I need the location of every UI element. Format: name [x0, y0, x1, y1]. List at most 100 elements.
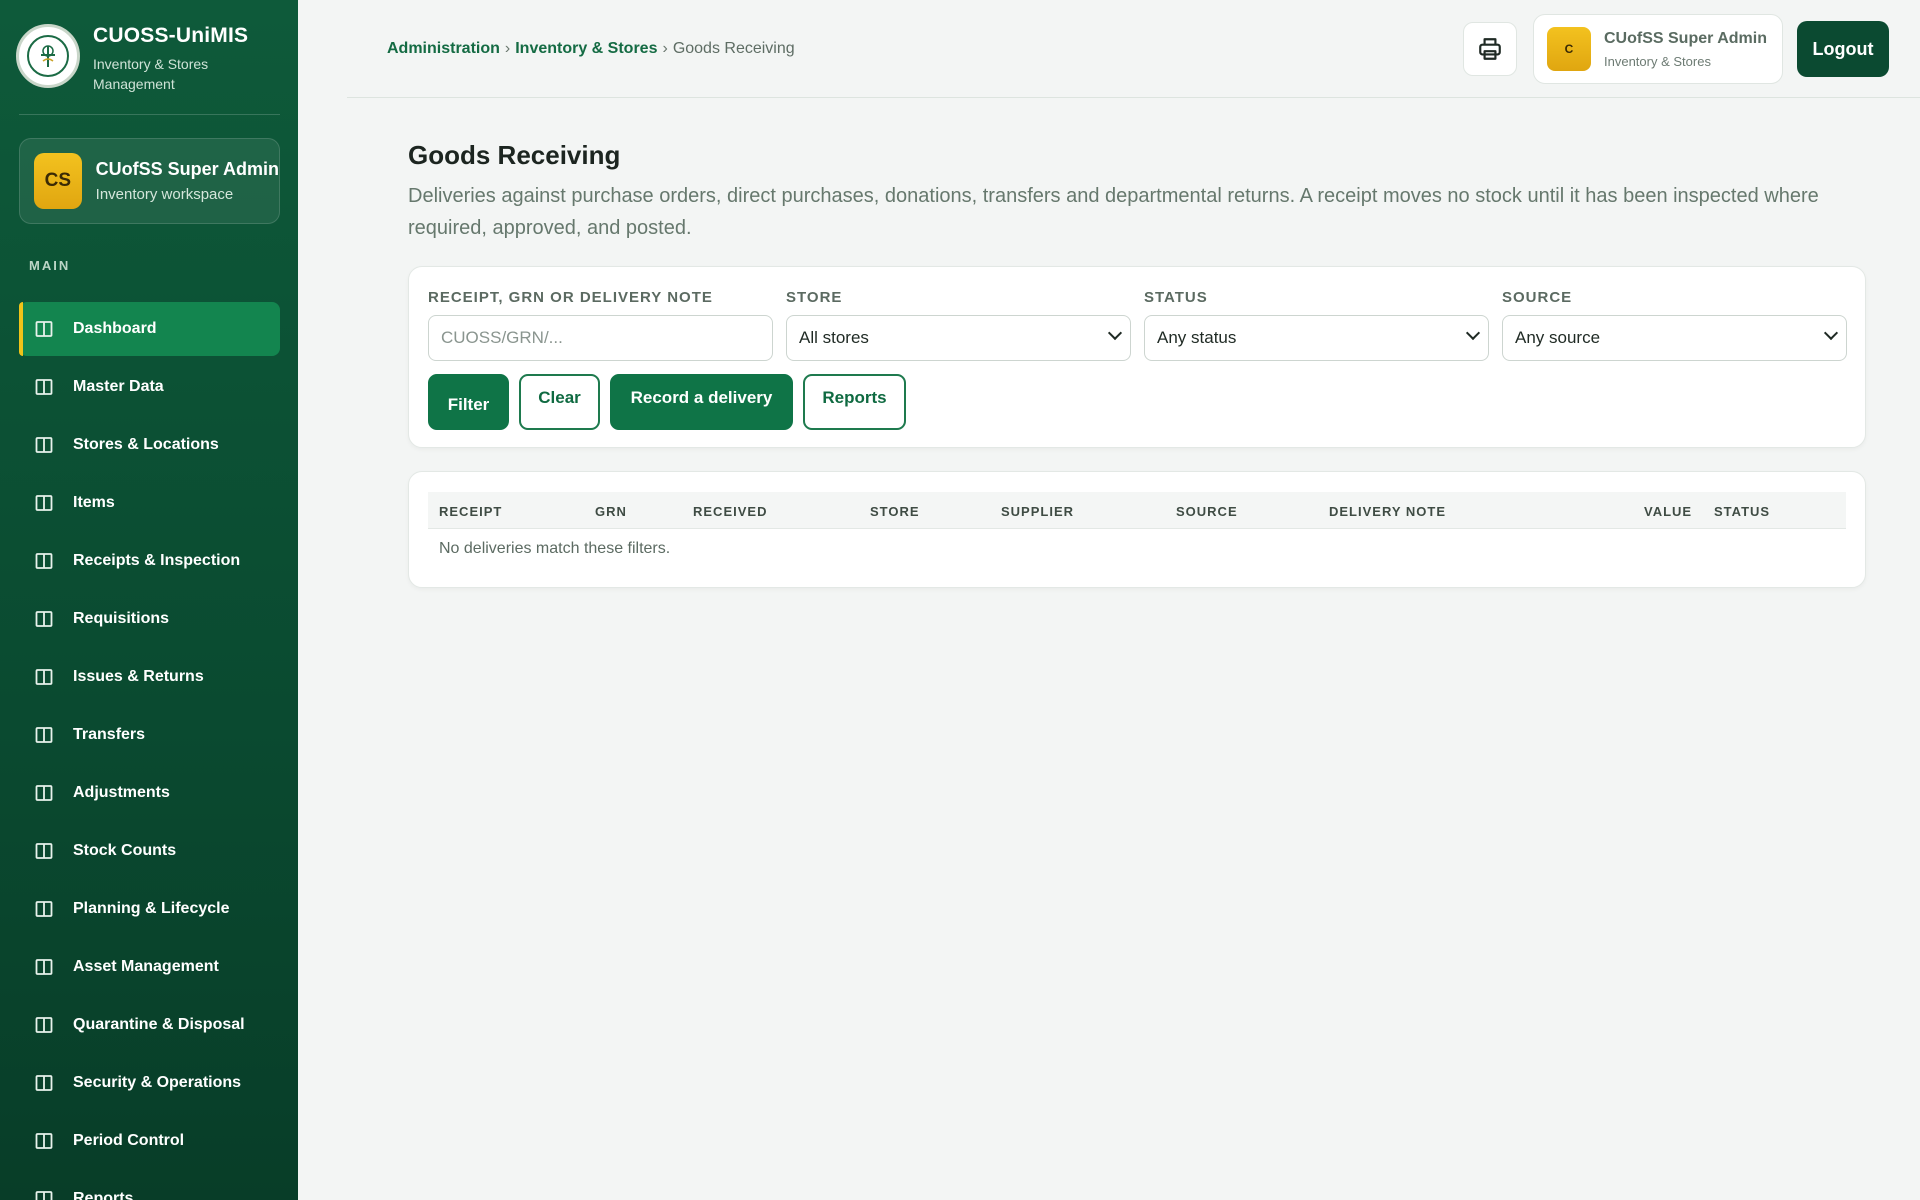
sidebar-item-label: Issues & Returns [73, 668, 204, 685]
search-filter: RECEIPT, GRN OR DELIVERY NOTE CUOSS/GRN/… [428, 289, 773, 361]
sidebar-item-master-data[interactable]: Master Data [19, 360, 280, 414]
column-header[interactable]: STATUS [1714, 504, 1770, 519]
sidebar-item-label: Master Data [73, 378, 164, 395]
source-select-value: Any source [1515, 328, 1601, 347]
column-header[interactable]: RECEIVED [693, 504, 767, 519]
empty-state-message: No deliveries match these filters. [439, 540, 671, 557]
column-header[interactable]: STORE [870, 504, 920, 519]
sidebar-item-transfers[interactable]: Transfers [19, 708, 280, 762]
store-select-value: All stores [799, 328, 869, 347]
brand-title: CUOSS-UniMIS [93, 24, 249, 47]
avatar: CS [34, 153, 82, 209]
breadcrumb-separator: › [504, 40, 511, 57]
book-icon [35, 958, 53, 976]
sidebar-item-label: Stock Counts [73, 842, 177, 859]
sidebar-item-label: Adjustments [73, 784, 170, 801]
sidebar-item-label: Quarantine & Disposal [73, 1016, 245, 1033]
sidebar-item-label: Reports [73, 1190, 134, 1200]
book-icon [35, 1074, 53, 1092]
profile-card[interactable]: CS CUofSS Super Admin Inventory workspac… [19, 138, 280, 224]
sidebar-item-security-and-operations[interactable]: Security & Operations [19, 1056, 280, 1110]
source-filter: SOURCE Any source [1502, 289, 1847, 361]
book-icon [35, 320, 53, 338]
printer-icon [1479, 38, 1501, 60]
book-icon [35, 1132, 53, 1150]
store-filter: STORE All stores [786, 289, 1131, 361]
source-label: SOURCE [1502, 289, 1573, 306]
sidebar-item-label: Security & Operations [73, 1074, 242, 1091]
user-name: CUofSS Super Admin [1604, 29, 1767, 47]
book-icon [35, 494, 53, 512]
page-description: Deliveries against purchase orders, dire… [408, 185, 1819, 239]
column-header[interactable]: VALUE [1644, 504, 1692, 519]
sidebar-item-label: Items [73, 494, 115, 511]
profile-role: Inventory workspace [95, 186, 234, 203]
column-header[interactable]: GRN [595, 504, 627, 519]
sidebar-item-requisitions[interactable]: Requisitions [19, 592, 280, 646]
status-label: STATUS [1144, 289, 1208, 306]
sidebar-item-issues-and-returns[interactable]: Issues & Returns [19, 650, 280, 704]
book-icon [35, 378, 53, 396]
book-icon [35, 668, 53, 686]
book-icon [35, 1016, 53, 1034]
chevron-down-icon [1823, 325, 1839, 341]
book-icon [35, 1190, 53, 1200]
sidebar-item-period-control[interactable]: Period Control [19, 1114, 280, 1168]
sidebar-item-label: Stores & Locations [73, 436, 219, 453]
breadcrumb-administration[interactable]: Administration [387, 40, 500, 57]
sidebar-item-stock-counts[interactable]: Stock Counts [19, 824, 280, 878]
sidebar-item-label: Transfers [73, 726, 146, 743]
book-icon [35, 436, 53, 454]
sidebar-section-label: MAIN [29, 258, 71, 273]
book-icon [35, 726, 53, 744]
sidebar-item-label: Planning & Lifecycle [73, 900, 230, 917]
sidebar-item-receipts-and-inspection[interactable]: Receipts & Inspection [19, 534, 280, 588]
status-select[interactable]: Any status [1144, 315, 1489, 361]
logout-button[interactable]: Logout [1797, 21, 1889, 77]
search-input[interactable]: CUOSS/GRN/... [428, 315, 773, 361]
column-header[interactable]: SOURCE [1176, 504, 1238, 519]
column-header[interactable]: DELIVERY NOTE [1329, 504, 1446, 519]
source-select[interactable]: Any source [1502, 315, 1847, 361]
brand[interactable]: CUOSS-UniMIS Inventory & Stores Manageme… [16, 24, 248, 94]
sidebar-item-label: Receipts & Inspection [73, 552, 241, 569]
page-title: Goods Receiving [408, 140, 621, 170]
status-filter: STATUS Any status [1144, 289, 1489, 361]
column-header[interactable]: SUPPLIER [1001, 504, 1074, 519]
user-menu[interactable]: C CUofSS Super Admin Inventory & Stores [1533, 14, 1783, 84]
reports-button[interactable]: Reports [803, 374, 906, 430]
sidebar: CUOSS-UniMIS Inventory & Stores Manageme… [0, 0, 298, 1200]
sidebar-item-planning-and-lifecycle[interactable]: Planning & Lifecycle [19, 882, 280, 936]
sidebar-item-items[interactable]: Items [19, 476, 280, 530]
book-icon [35, 842, 53, 860]
column-header[interactable]: RECEIPT [439, 504, 502, 519]
breadcrumb-inventory-stores[interactable]: Inventory & Stores [515, 40, 657, 57]
book-icon [35, 552, 53, 570]
user-avatar: C [1547, 27, 1591, 71]
filter-button[interactable]: Filter [428, 374, 509, 430]
book-icon [35, 784, 53, 802]
sidebar-item-label: Asset Management [73, 958, 219, 975]
table-header: RECEIPT GRN RECEIVED STORE SUPPLIER SOUR… [428, 492, 1846, 529]
sidebar-item-asset-management[interactable]: Asset Management [19, 940, 280, 994]
sidebar-item-reports[interactable]: Reports [19, 1172, 280, 1200]
sidebar-nav: Dashboard Master Data Stores & Locations It… [19, 302, 280, 1200]
breadcrumb: Administration › Inventory & Stores › Goods … [387, 40, 795, 58]
sidebar-item-dashboard[interactable]: Dashboard [19, 302, 280, 356]
breadcrumb-current: Goods Receiving [672, 40, 795, 57]
book-icon [35, 900, 53, 918]
record-delivery-button[interactable]: Record a delivery [610, 374, 793, 430]
sidebar-item-adjustments[interactable]: Adjustments [19, 766, 280, 820]
sidebar-item-label: Dashboard [73, 320, 157, 337]
university-logo [16, 24, 80, 88]
chevron-down-icon [1107, 325, 1123, 341]
sidebar-item-label: Period Control [73, 1132, 185, 1149]
print-button[interactable] [1463, 22, 1517, 76]
book-icon [35, 610, 53, 628]
clear-button[interactable]: Clear [519, 374, 600, 430]
sidebar-item-stores-and-locations[interactable]: Stores & Locations [19, 418, 280, 472]
user-role: Inventory & Stores [1604, 53, 1711, 69]
store-select[interactable]: All stores [786, 315, 1131, 361]
filter-panel: RECEIPT, GRN OR DELIVERY NOTE CUOSS/GRN/… [408, 266, 1866, 448]
sidebar-item-quarantine-and-disposal[interactable]: Quarantine & Disposal [19, 998, 280, 1052]
